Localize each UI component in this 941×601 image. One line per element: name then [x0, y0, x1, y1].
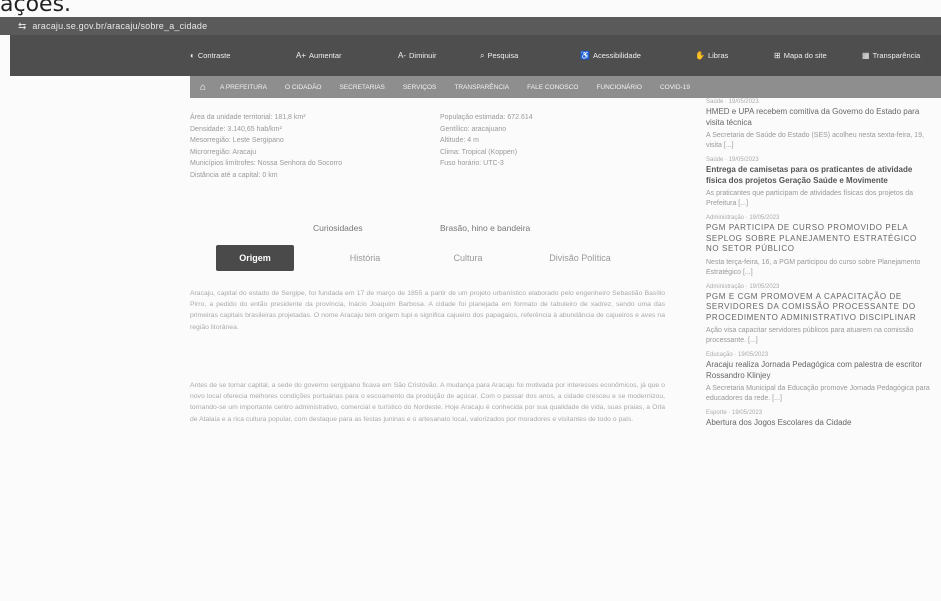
zoom-in-icon: A+	[296, 51, 307, 60]
toolbar-item-label: Pesquisa	[487, 51, 519, 60]
home-icon[interactable]: ⌂	[200, 82, 206, 93]
news-title-link[interactable]: Entrega de camisetas para os praticantes…	[706, 165, 931, 186]
tab-curiosidades[interactable]: Curiosidades	[313, 223, 363, 233]
info-line: Distância até a capital: 0 km	[190, 171, 278, 179]
news-title-link[interactable]: HMED e UPA recebem comitiva da Governo d…	[706, 107, 931, 128]
origin-paragraph-2: Antes de se tornar capital, a sede do go…	[190, 382, 665, 423]
browser-address-bar[interactable]: ⇆ aracaju.se.gov.br/aracaju/sobre_a_cida…	[0, 17, 941, 35]
info-line: Microrregião: Aracaju	[190, 148, 257, 156]
tab-historia[interactable]: História	[330, 245, 400, 271]
tab-divisao-politica[interactable]: Divisão Política	[535, 245, 625, 271]
news-summary: As praticantes que participam de ativida…	[706, 190, 914, 207]
toolbar-item-4[interactable]: ♿ Acessibilidade	[580, 35, 641, 76]
menu-item-2[interactable]: SECRETARIAS	[340, 84, 385, 91]
menu-item-6[interactable]: FUNCIONÁRIO	[596, 84, 642, 91]
menu-item-0[interactable]: A PREFEITURA	[220, 84, 267, 91]
news-title-link[interactable]: Abertura dos Jogos Escolares da Cidade	[706, 418, 931, 429]
sitemap-icon: ⊞	[774, 51, 781, 60]
info-line: Clima: Tropical (Koppen)	[440, 148, 518, 156]
toolbar-item-0[interactable]: ◐ Contraste	[190, 35, 230, 76]
transparency-icon: ▦	[862, 51, 870, 60]
info-line: Mesorregião: Leste Sergipano	[190, 137, 284, 144]
hands-icon: ✋	[695, 51, 705, 60]
menu-item-3[interactable]: SERVIÇOS	[403, 84, 436, 91]
toolbar-item-label: Aumentar	[309, 51, 342, 60]
contrast-icon: ◐	[190, 51, 195, 60]
toolbar-item-label: Acessibilidade	[592, 51, 641, 60]
info-line: Gentílico: aracajuano	[440, 125, 507, 133]
info-line: Municípios limítrofes: Nossa Senhora do …	[190, 160, 343, 167]
toolbar-item-label: Mapa do site	[783, 51, 827, 60]
news-title-link[interactable]: PGM participa de curso promovido pela SE…	[706, 223, 931, 255]
news-meta: Administração · 19/05/2023	[706, 215, 780, 221]
news-meta: Saúde · 19/05/2023	[706, 99, 759, 105]
toolbar-item-label: Diminuir	[409, 51, 437, 60]
tab-origem[interactable]: Origem	[216, 245, 294, 271]
news-summary: Nesta terça-feira, 16, a PGM participou …	[706, 258, 921, 276]
toolbar-item-6[interactable]: ⊞ Mapa do site	[774, 35, 827, 76]
city-info-left: Área da unidade territorial: 181,8 km² De…	[190, 112, 342, 181]
zoom-out-icon: A-	[398, 51, 406, 60]
info-line: Fuso horário: UTC-3	[440, 160, 504, 167]
search-icon: ⌕	[480, 50, 485, 60]
toolbar-item-1[interactable]: A+ Aumentar	[296, 35, 342, 76]
toolbar-item-3[interactable]: ⌕ Pesquisa	[480, 35, 518, 76]
news-meta: Educação · 19/05/2023	[706, 352, 769, 358]
city-info-right: População estimada: 672.614 Gentílico: ar…	[440, 112, 533, 170]
news-summary: A Secretaria de Saúde do Estado (SES) ac…	[706, 132, 924, 149]
toolbar-item-7[interactable]: ▦ Transparência	[862, 35, 920, 76]
menu-item-4[interactable]: TRANSPARÊNCIA	[454, 84, 509, 91]
info-line: População estimada: 672.614	[440, 114, 533, 121]
news-meta: Saúde · 19/05/2023	[706, 157, 759, 163]
tab-cultura[interactable]: Cultura	[433, 245, 503, 271]
news-title-link[interactable]: PGM e CGM promovem a capacitação de serv…	[706, 292, 931, 324]
news-summary: A Secretaria Municipal da Educação promo…	[706, 385, 930, 402]
toolbar-item-label: Transparência	[872, 51, 921, 60]
tab-brasao-hino-bandeira[interactable]: Brasão, hino e bandeira	[440, 223, 530, 233]
cutoff-heading-fragment: ações.	[0, 0, 72, 17]
news-meta: Administração · 19/05/2023	[706, 283, 780, 290]
news-sidebar: Saúde · 19/05/2023 HMED e UPA recebem com…	[706, 97, 931, 429]
toolbar-item-5[interactable]: ✋ Libras	[695, 35, 728, 76]
toolbar-item-2[interactable]: A- Diminuir	[398, 35, 437, 76]
news-meta: Esporte · 19/05/2023	[706, 410, 763, 416]
accessibility-icon: ♿	[580, 51, 590, 60]
menu-item-7[interactable]: COVID-19	[660, 84, 690, 91]
toolbar-item-label: Libras	[707, 51, 729, 60]
site-info-icon[interactable]: ⇆	[18, 21, 26, 32]
main-menu: ⌂ A PREFEITURA O CIDADÃO SECRETARIAS SERVIÇ…	[190, 76, 941, 98]
menu-item-1[interactable]: O CIDADÃO	[285, 84, 321, 91]
url-text[interactable]: aracaju.se.gov.br/aracaju/sobre_a_cidade	[32, 21, 207, 31]
info-line: Área da unidade territorial: 181,8 km²	[190, 114, 306, 121]
menu-item-5[interactable]: FALE CONOSCO	[527, 84, 578, 91]
accessibility-toolbar: ◐ Contraste A+ Aumentar A- Diminuir ⌕ Pesquisa ♿…	[10, 35, 941, 76]
origin-paragraph-1: Aracaju, capital do estado de Sergipe, f…	[190, 290, 665, 331]
info-line: Densidade: 3.140,65 hab/km²	[190, 125, 282, 133]
news-title-link[interactable]: Aracaju realiza Jornada Pedagógica com p…	[706, 360, 931, 381]
info-line: Altitude: 4 m	[440, 137, 479, 144]
toolbar-item-label: Contraste	[197, 51, 231, 60]
news-summary: Ação visa capacitar servidores públicos …	[706, 327, 914, 344]
